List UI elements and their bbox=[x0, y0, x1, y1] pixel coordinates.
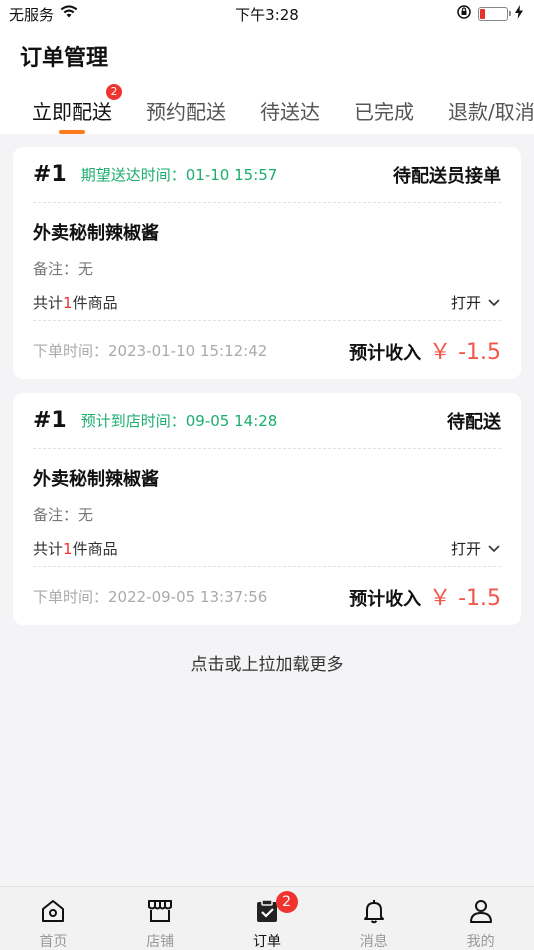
item-count-suffix: 件商品 bbox=[72, 294, 118, 312]
tab-refund-cancel[interactable]: 退款/取消 bbox=[448, 84, 534, 134]
order-number: #1 bbox=[33, 408, 67, 433]
income-value: ￥ -1.5 bbox=[429, 340, 501, 365]
tab-label: 预约配送 bbox=[146, 100, 226, 124]
tabbar-badge: 2 bbox=[275, 891, 298, 913]
charging-icon bbox=[514, 5, 524, 23]
tabbar-store[interactable]: 店铺 bbox=[107, 887, 214, 950]
store-icon bbox=[146, 897, 174, 929]
page-title: 订单管理 bbox=[20, 46, 109, 71]
expand-label: 打开 bbox=[450, 540, 481, 558]
header: 无服务 下午3:28 订单管理 立即配送 2 预约配送 待送达 已完成 退款/取… bbox=[0, 0, 534, 134]
expand-toggle[interactable]: 打开 bbox=[451, 292, 501, 313]
tab-label: 已完成 bbox=[354, 100, 414, 124]
orientation-lock-icon bbox=[456, 4, 472, 24]
bell-icon bbox=[360, 897, 388, 929]
tab-immediate[interactable]: 立即配送 2 bbox=[32, 84, 122, 134]
item-count-suffix: 件商品 bbox=[72, 540, 118, 558]
tab-badge: 2 bbox=[106, 84, 122, 100]
wifi-icon bbox=[60, 5, 78, 23]
chevron-down-icon bbox=[487, 540, 501, 558]
expand-label: 打开 bbox=[450, 294, 481, 312]
item-count-prefix: 共计 bbox=[33, 294, 64, 312]
item-count-value: 1 bbox=[63, 294, 73, 312]
tabbar-orders[interactable]: 2 订单 bbox=[214, 887, 321, 950]
load-more-button[interactable]: 点击或上拉加载更多 bbox=[0, 650, 534, 675]
tab-active-indicator bbox=[59, 130, 85, 134]
order-time: 下单时间：2022-09-05 13:37:56 bbox=[33, 587, 268, 606]
expected-time: 预计到店时间：09-05 14:28 bbox=[80, 412, 278, 430]
tabbar-label: 首页 bbox=[39, 934, 68, 950]
tabbar-label: 我的 bbox=[466, 934, 495, 950]
bottom-tabbar: 首页 店铺 2 订单 消息 我的 bbox=[0, 886, 534, 950]
order-time: 下单时间：2023-01-10 15:12:42 bbox=[33, 341, 268, 360]
tabbar-home[interactable]: 首页 bbox=[0, 887, 107, 950]
item-count-value: 1 bbox=[63, 540, 73, 558]
order-number: #1 bbox=[33, 162, 67, 187]
order-tabs: 立即配送 2 预约配送 待送达 已完成 退款/取消 bbox=[0, 84, 534, 134]
tabbar-messages[interactable]: 消息 bbox=[320, 887, 427, 950]
order-status: 待配送 bbox=[447, 411, 501, 433]
chevron-down-icon bbox=[487, 294, 501, 312]
tab-scheduled[interactable]: 预约配送 bbox=[146, 84, 226, 134]
item-count: 共计1件商品 bbox=[33, 292, 118, 313]
order-card[interactable]: #1 期望送达时间：01-10 15:57 待配送员接单 外卖秘制辣椒酱 备注：… bbox=[13, 147, 521, 379]
tabbar-label: 订单 bbox=[252, 934, 281, 950]
order-note: 备注：无 bbox=[33, 506, 94, 524]
income-label: 预计收入 bbox=[349, 589, 422, 610]
tab-completed[interactable]: 已完成 bbox=[354, 84, 414, 134]
tabbar-profile[interactable]: 我的 bbox=[427, 887, 534, 950]
tabbar-label: 店铺 bbox=[146, 934, 175, 950]
status-bar: 无服务 下午3:28 bbox=[0, 0, 534, 28]
expected-time: 期望送达时间：01-10 15:57 bbox=[80, 166, 278, 184]
tab-label: 待送达 bbox=[260, 100, 320, 124]
income-label: 预计收入 bbox=[349, 343, 422, 364]
tab-to-deliver[interactable]: 待送达 bbox=[260, 84, 320, 134]
tab-label: 退款/取消 bbox=[448, 100, 534, 124]
user-icon bbox=[467, 897, 495, 929]
item-count: 共计1件商品 bbox=[33, 538, 118, 559]
tabbar-label: 消息 bbox=[359, 934, 388, 950]
order-card[interactable]: #1 预计到店时间：09-05 14:28 待配送 外卖秘制辣椒酱 备注：无 共… bbox=[13, 393, 521, 625]
order-note: 备注：无 bbox=[33, 260, 94, 278]
status-time: 下午3:28 bbox=[235, 6, 299, 24]
product-name: 外卖秘制辣椒酱 bbox=[33, 223, 159, 244]
carrier-label: 无服务 bbox=[9, 5, 55, 24]
home-icon bbox=[39, 897, 67, 929]
order-status: 待配送员接单 bbox=[393, 165, 501, 187]
expand-toggle[interactable]: 打开 bbox=[451, 538, 501, 559]
order-list: #1 期望送达时间：01-10 15:57 待配送员接单 外卖秘制辣椒酱 备注：… bbox=[13, 147, 521, 639]
tab-label: 立即配送 bbox=[32, 100, 112, 124]
income-value: ￥ -1.5 bbox=[429, 586, 501, 611]
product-name: 外卖秘制辣椒酱 bbox=[33, 469, 159, 490]
battery-icon bbox=[478, 7, 511, 21]
item-count-prefix: 共计 bbox=[33, 540, 64, 558]
